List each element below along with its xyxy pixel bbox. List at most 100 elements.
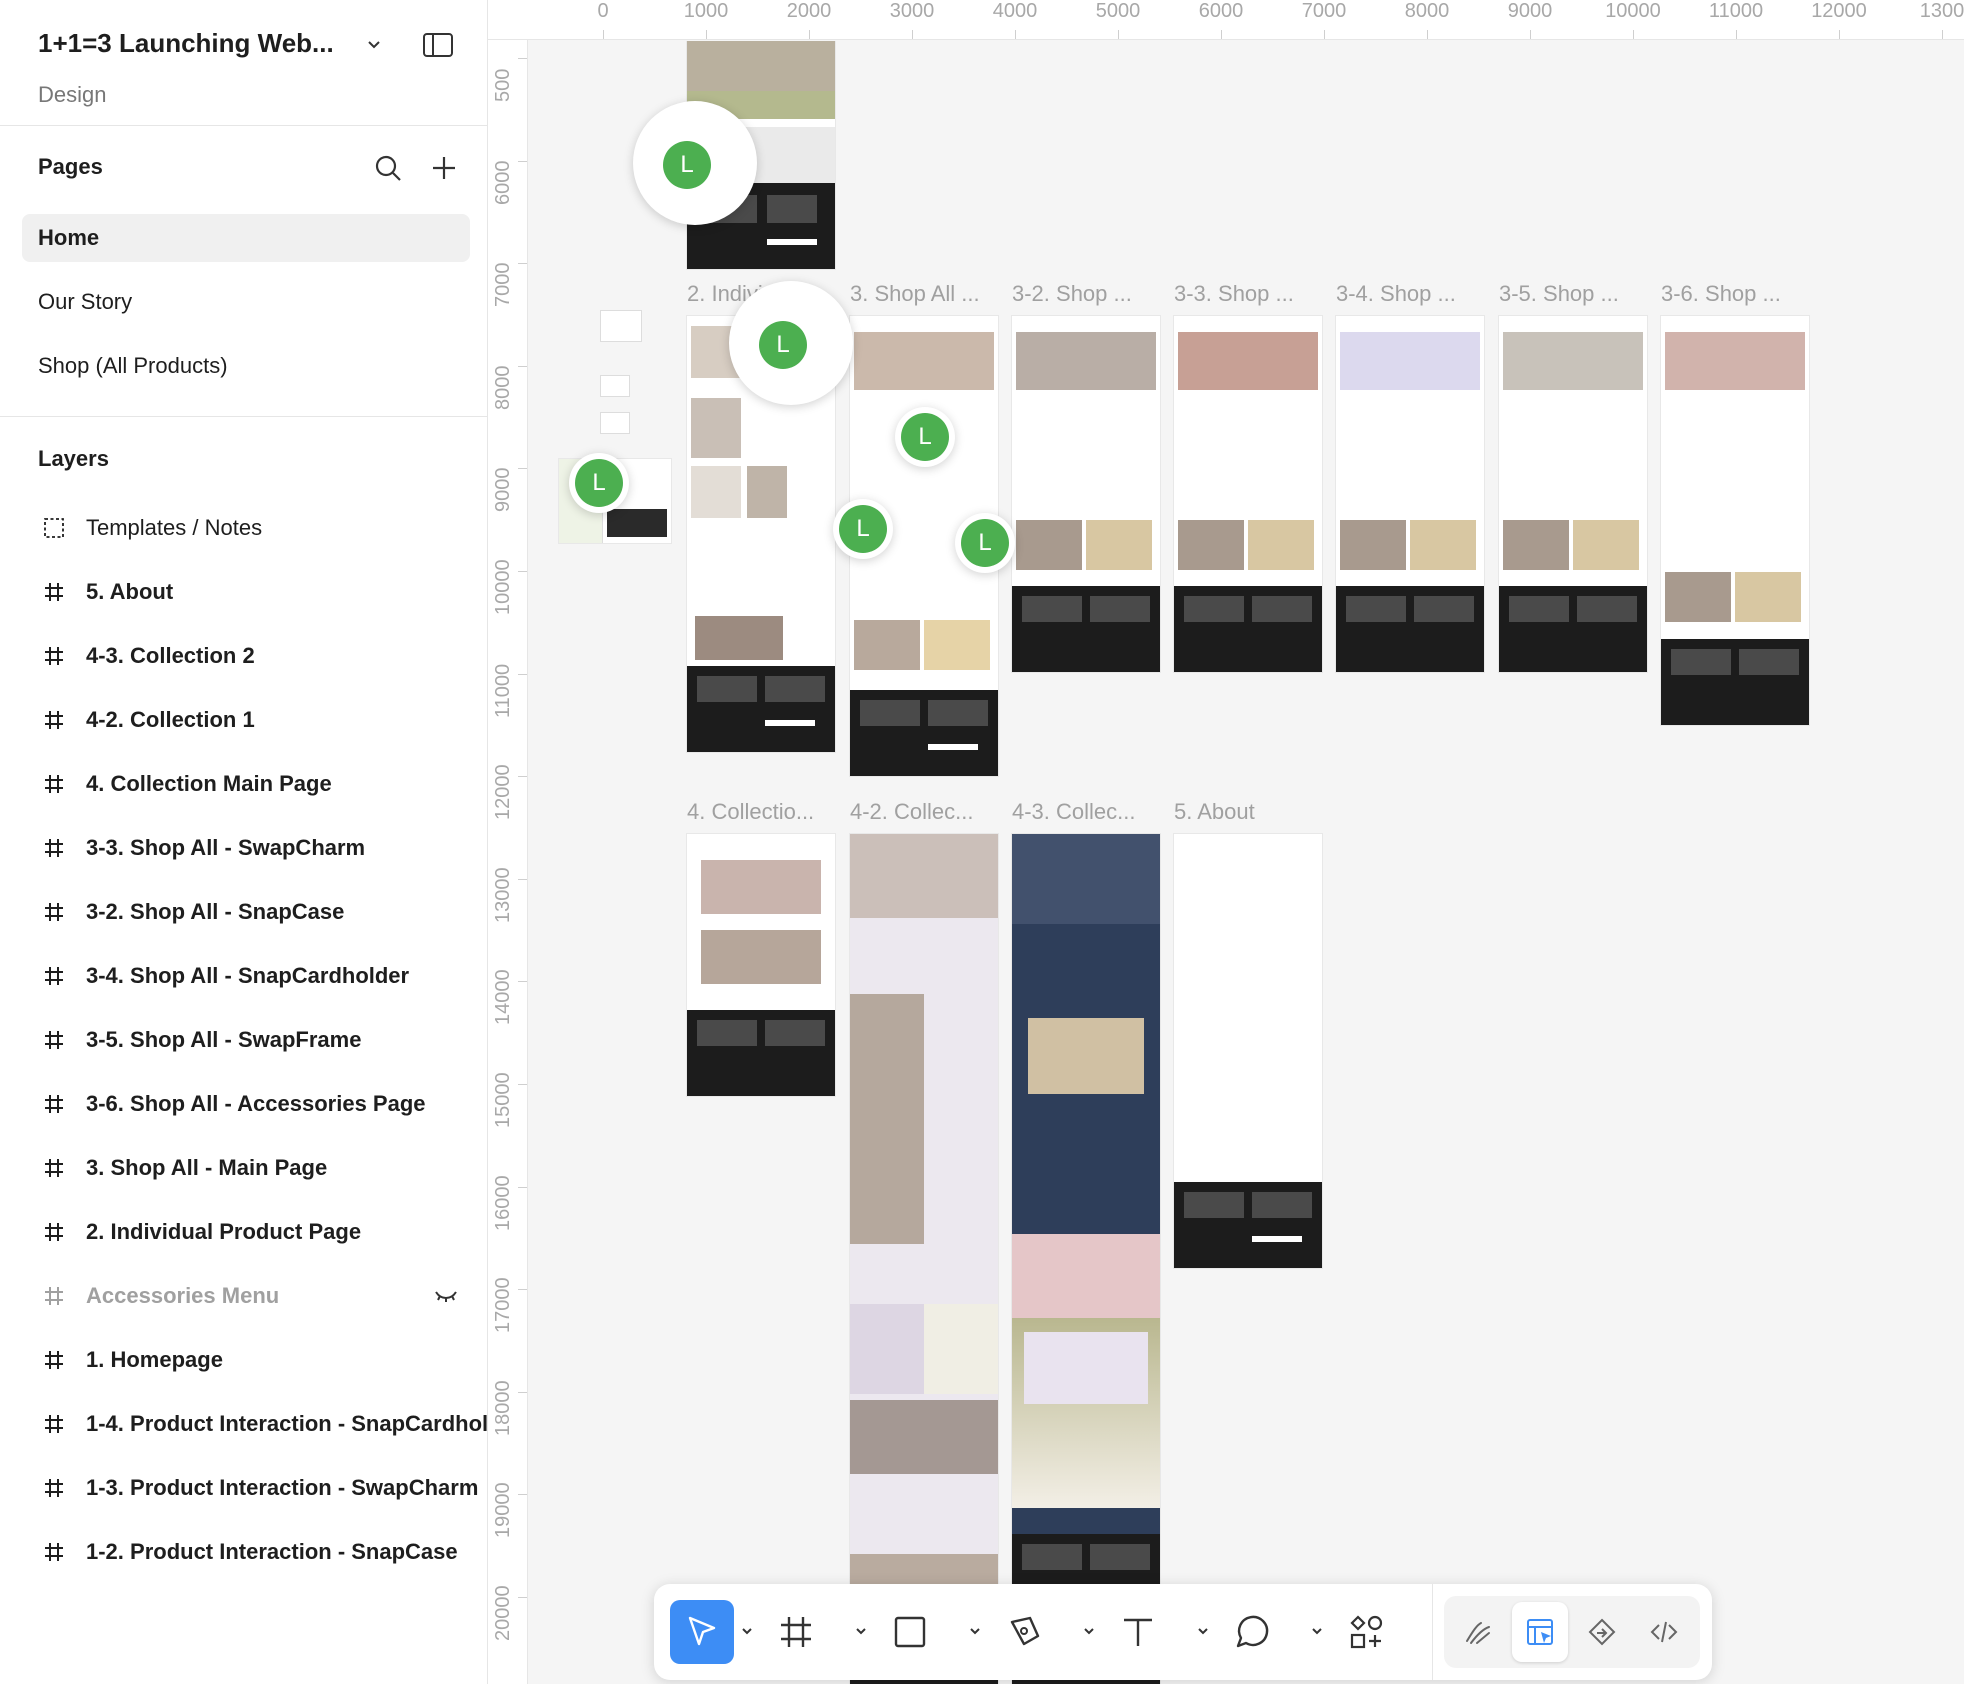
frame-label[interactable]: 4-2. Collec...: [850, 799, 974, 825]
frame-about[interactable]: [1174, 834, 1322, 1268]
layer-item[interactable]: 3-6. Shop All - Accessories Page: [0, 1078, 488, 1130]
ruler-tick: [518, 1597, 527, 1598]
editor-mode-label[interactable]: Design: [38, 82, 106, 108]
collaborator-avatar[interactable]: L: [729, 281, 853, 405]
layer-item[interactable]: 1-2. Product Interaction - SnapCase: [0, 1526, 488, 1578]
collaborator-avatar[interactable]: L: [895, 407, 955, 467]
layer-item[interactable]: Accessories Menu: [0, 1270, 488, 1322]
ruler-label: 7000: [1301, 0, 1347, 22]
frame-collection-2[interactable]: [1012, 834, 1160, 1684]
ruler-label: 4000: [992, 0, 1038, 22]
page-item[interactable]: Our Story: [22, 278, 470, 326]
frame-tool-button[interactable]: [764, 1600, 828, 1664]
pen-tool-button[interactable]: [992, 1600, 1056, 1664]
comment-tool-button[interactable]: [1220, 1600, 1284, 1664]
collaborator-avatar[interactable]: L: [569, 453, 629, 513]
file-title[interactable]: 1+1=3 Launching Web...: [38, 28, 334, 59]
page-item[interactable]: Shop (All Products): [22, 342, 470, 390]
collaborator-avatar[interactable]: L: [955, 513, 1015, 573]
move-tool-button[interactable]: [670, 1600, 734, 1664]
collaborator-avatar[interactable]: L: [833, 499, 893, 559]
chevron-down-icon[interactable]: [1196, 1624, 1210, 1638]
ruler-label: 17000: [492, 1277, 514, 1334]
frame-label[interactable]: 4-3. Collec...: [1012, 799, 1136, 825]
ruler-tick: [518, 673, 527, 675]
prototype-mode-button[interactable]: [1574, 1602, 1630, 1662]
frame-shop-swapframe[interactable]: [1499, 316, 1647, 672]
frame-label[interactable]: 3-6. Shop ...: [1661, 281, 1781, 307]
draw-mode-button[interactable]: [1450, 1602, 1506, 1662]
layer-item[interactable]: 4. Collection Main Page: [0, 758, 488, 810]
chevron-down-icon[interactable]: [1310, 1624, 1324, 1638]
chevron-down-icon[interactable]: [364, 34, 384, 54]
ruler-label: 14000: [492, 969, 514, 1026]
frame-label[interactable]: 4. Collectio...: [687, 799, 814, 825]
layer-item[interactable]: 5. About: [0, 566, 488, 618]
layer-label: Templates / Notes: [86, 515, 263, 540]
dev-mode-button[interactable]: [1636, 1602, 1692, 1662]
layer-item[interactable]: 1. Homepage: [0, 1334, 488, 1386]
footer-block: [687, 666, 835, 752]
layer-item[interactable]: Templates / Notes: [0, 502, 488, 554]
collaborator-avatar[interactable]: L: [633, 101, 757, 225]
frame-shop-swapcharm[interactable]: [1174, 316, 1322, 672]
ruler-label: 19000: [492, 1482, 514, 1539]
frame-collection-main[interactable]: [687, 834, 835, 1096]
frame-icon: [45, 1351, 63, 1369]
page-item[interactable]: Home: [22, 214, 470, 262]
layer-item[interactable]: 2. Individual Product Page: [0, 1206, 488, 1258]
layer-label: 1-4. Product Interaction - SnapCardholde…: [86, 1411, 488, 1436]
frame-collection-1[interactable]: [850, 834, 998, 1684]
ruler-label: 5000: [1095, 0, 1141, 22]
actions-tool-button[interactable]: [1334, 1600, 1398, 1664]
ruler-label: 10000: [1605, 0, 1661, 22]
frame-label[interactable]: 3-2. Shop ...: [1012, 281, 1132, 307]
chevron-down-icon[interactable]: [968, 1624, 982, 1638]
ruler-label: 6000: [1198, 0, 1244, 22]
search-icon[interactable]: [372, 152, 404, 184]
chevron-down-icon[interactable]: [740, 1624, 754, 1638]
layer-item[interactable]: 3-5. Shop All - SwapFrame: [0, 1014, 488, 1066]
layer-label: 5. About: [86, 579, 174, 604]
eye-hidden-icon[interactable]: [434, 1286, 458, 1306]
ruler-label: 8000: [1404, 0, 1450, 22]
frame-label[interactable]: 3-3. Shop ...: [1174, 281, 1294, 307]
layer-item[interactable]: 3-4. Shop All - SnapCardholder: [0, 950, 488, 1002]
prototype-icon: [1588, 1618, 1616, 1646]
layer-item[interactable]: 1-4. Product Interaction - SnapCardholde…: [0, 1398, 488, 1450]
frame-label[interactable]: 3-4. Shop ...: [1336, 281, 1456, 307]
frame-shop-accessories[interactable]: [1661, 316, 1809, 725]
note-thumb[interactable]: [601, 376, 629, 396]
design-mode-button[interactable]: [1512, 1602, 1568, 1662]
layer-item[interactable]: 4-3. Collection 2: [0, 630, 488, 682]
chevron-down-icon[interactable]: [1082, 1624, 1096, 1638]
text-tool-button[interactable]: [1106, 1600, 1170, 1664]
ruler-tick: [1427, 30, 1428, 39]
frame-label[interactable]: 3-5. Shop ...: [1499, 281, 1619, 307]
chevron-down-icon[interactable]: [854, 1624, 868, 1638]
layer-label: 4-3. Collection 2: [86, 643, 255, 668]
frame-shop-snapcardholder[interactable]: [1336, 316, 1484, 672]
panel-toggle-icon[interactable]: [422, 32, 454, 58]
frame-icon: [45, 1223, 63, 1241]
shape-tool-button[interactable]: [878, 1600, 942, 1664]
add-page-icon[interactable]: [428, 152, 460, 184]
layer-item[interactable]: 3. Shop All - Main Page: [0, 1142, 488, 1194]
frame-label[interactable]: 5. About: [1174, 799, 1255, 825]
frame-label[interactable]: 3. Shop All ...: [850, 281, 980, 307]
comment-icon: [1236, 1615, 1269, 1648]
note-thumb[interactable]: [601, 413, 629, 433]
frame-shop-snapcase[interactable]: [1012, 316, 1160, 672]
layer-item[interactable]: 3-2. Shop All - SnapCase: [0, 886, 488, 938]
frame-icon: [45, 1095, 63, 1113]
note-thumb[interactable]: [601, 311, 641, 341]
layer-item[interactable]: 1-3. Product Interaction - SwapCharm: [0, 1462, 488, 1514]
ruler-label: 7000: [492, 262, 514, 308]
ruler-tick: [809, 30, 810, 39]
design-canvas[interactable]: 2. Indivi 3. Shop All ... 3-2. Shop ... …: [529, 41, 1964, 1684]
frame-icon: [45, 711, 63, 729]
layer-item[interactable]: 3-3. Shop All - SwapCharm: [0, 822, 488, 874]
frame-icon: [45, 903, 63, 921]
layer-item[interactable]: 4-2. Collection 1: [0, 694, 488, 746]
footer-block: [1012, 586, 1160, 672]
